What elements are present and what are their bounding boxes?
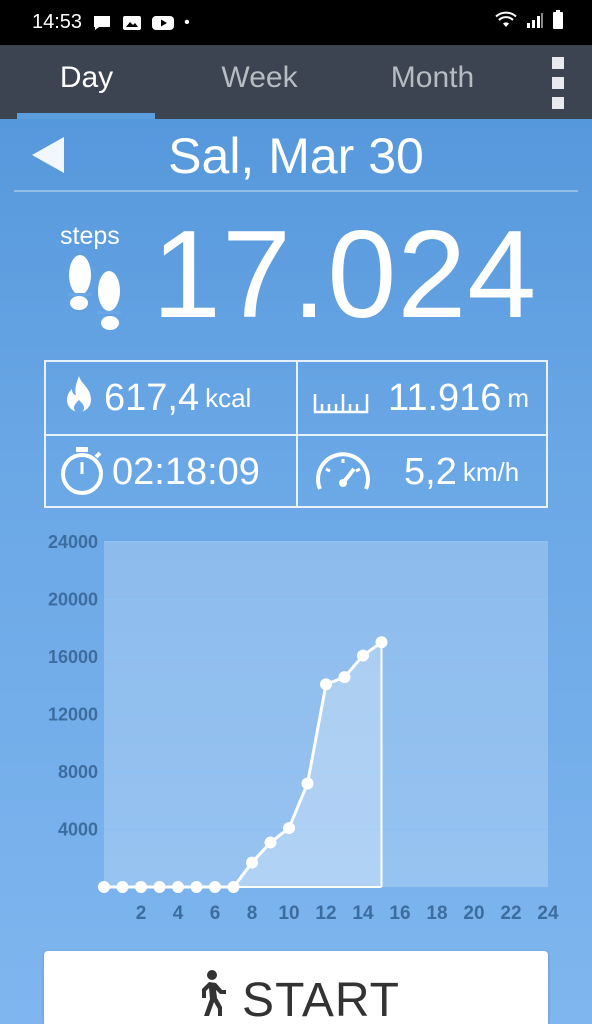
speed-cell: 5,2 km/h xyxy=(314,436,548,508)
data-point xyxy=(209,881,221,893)
y-tick-label: 24000 xyxy=(48,532,98,552)
calories-unit: kcal xyxy=(205,382,252,413)
signal-icon xyxy=(526,11,544,35)
calories-value: 617,4 xyxy=(104,376,200,419)
data-point xyxy=(246,856,258,869)
ruler-icon xyxy=(312,390,370,421)
x-tick-label: 20 xyxy=(463,903,484,924)
footprints-icon xyxy=(62,253,128,342)
date-label: Sal, Mar 30 xyxy=(168,128,424,184)
data-point xyxy=(301,777,314,790)
data-point xyxy=(227,881,240,893)
y-tick-label: 16000 xyxy=(48,647,98,667)
flame-icon xyxy=(62,374,96,423)
steps-label: steps xyxy=(60,222,120,250)
battery-icon xyxy=(552,9,564,36)
youtube-icon xyxy=(152,15,175,31)
steps-count: 17.024 xyxy=(152,206,538,344)
speedometer-icon xyxy=(314,447,372,498)
data-point xyxy=(98,881,110,893)
wifi-icon xyxy=(494,11,518,35)
x-tick-label: 4 xyxy=(173,903,184,924)
data-point xyxy=(375,636,388,649)
x-tick-label: 24 xyxy=(537,903,559,924)
data-point xyxy=(357,649,369,662)
x-tick-label: 10 xyxy=(278,903,299,924)
y-tick-label: 8000 xyxy=(58,762,98,782)
tab-day[interactable]: Day xyxy=(0,45,173,119)
data-point xyxy=(172,881,184,893)
message-icon xyxy=(92,14,112,32)
data-point xyxy=(190,881,203,893)
hourly-steps-chart: 40008000120001600020000240002 4 6 8 10 12 14 16… xyxy=(48,532,559,924)
distance-unit: m xyxy=(507,382,530,413)
x-tick-label: 22 xyxy=(500,903,521,924)
divider xyxy=(14,190,578,192)
speed-value: 5,2 xyxy=(404,450,457,493)
overflow-menu-icon[interactable] xyxy=(544,55,572,111)
calories-cell: 617,4 kcal xyxy=(62,362,296,434)
notification-dot: • xyxy=(184,13,190,31)
walking-icon xyxy=(192,969,228,1024)
data-point xyxy=(153,881,166,893)
duration-value: 02:18:09 xyxy=(112,450,260,493)
data-point xyxy=(283,822,295,835)
start-button[interactable]: START xyxy=(44,951,548,1024)
gallery-icon xyxy=(122,14,142,32)
x-tick-label: 2 xyxy=(136,903,147,924)
status-time: 14:53 xyxy=(32,11,83,33)
date-header: Sal, Mar 30 xyxy=(0,119,592,191)
status-bar: 14:53 • xyxy=(0,0,592,45)
x-tick-label: 8 xyxy=(247,903,258,924)
x-tick-label: 16 xyxy=(389,903,410,924)
x-tick-label: 18 xyxy=(426,903,447,924)
tab-month[interactable]: Month xyxy=(346,45,519,119)
tab-week[interactable]: Week xyxy=(173,45,346,119)
period-tabs: Day Week Month xyxy=(0,45,592,119)
y-tick-label: 20000 xyxy=(48,590,98,610)
distance-value: 11.916 xyxy=(388,376,502,419)
data-point xyxy=(116,881,129,893)
speed-unit: km/h xyxy=(462,456,520,487)
y-tick-label: 12000 xyxy=(48,705,98,725)
data-point xyxy=(320,678,332,691)
stats-grid: 617,4 kcal 11.916 m 02:18:09 5,2 km/h xyxy=(44,360,548,508)
start-button-label: START xyxy=(242,973,400,1024)
data-point xyxy=(264,836,277,849)
duration-cell: 02:18:09 xyxy=(58,436,296,508)
x-tick-label: 12 xyxy=(315,903,336,924)
data-point xyxy=(135,881,147,893)
x-tick-label: 6 xyxy=(210,903,221,924)
data-point xyxy=(338,671,351,684)
distance-cell: 11.916 m xyxy=(312,362,548,434)
y-tick-label: 4000 xyxy=(58,820,98,840)
x-tick-label: 14 xyxy=(352,903,374,924)
stopwatch-icon xyxy=(58,445,106,500)
